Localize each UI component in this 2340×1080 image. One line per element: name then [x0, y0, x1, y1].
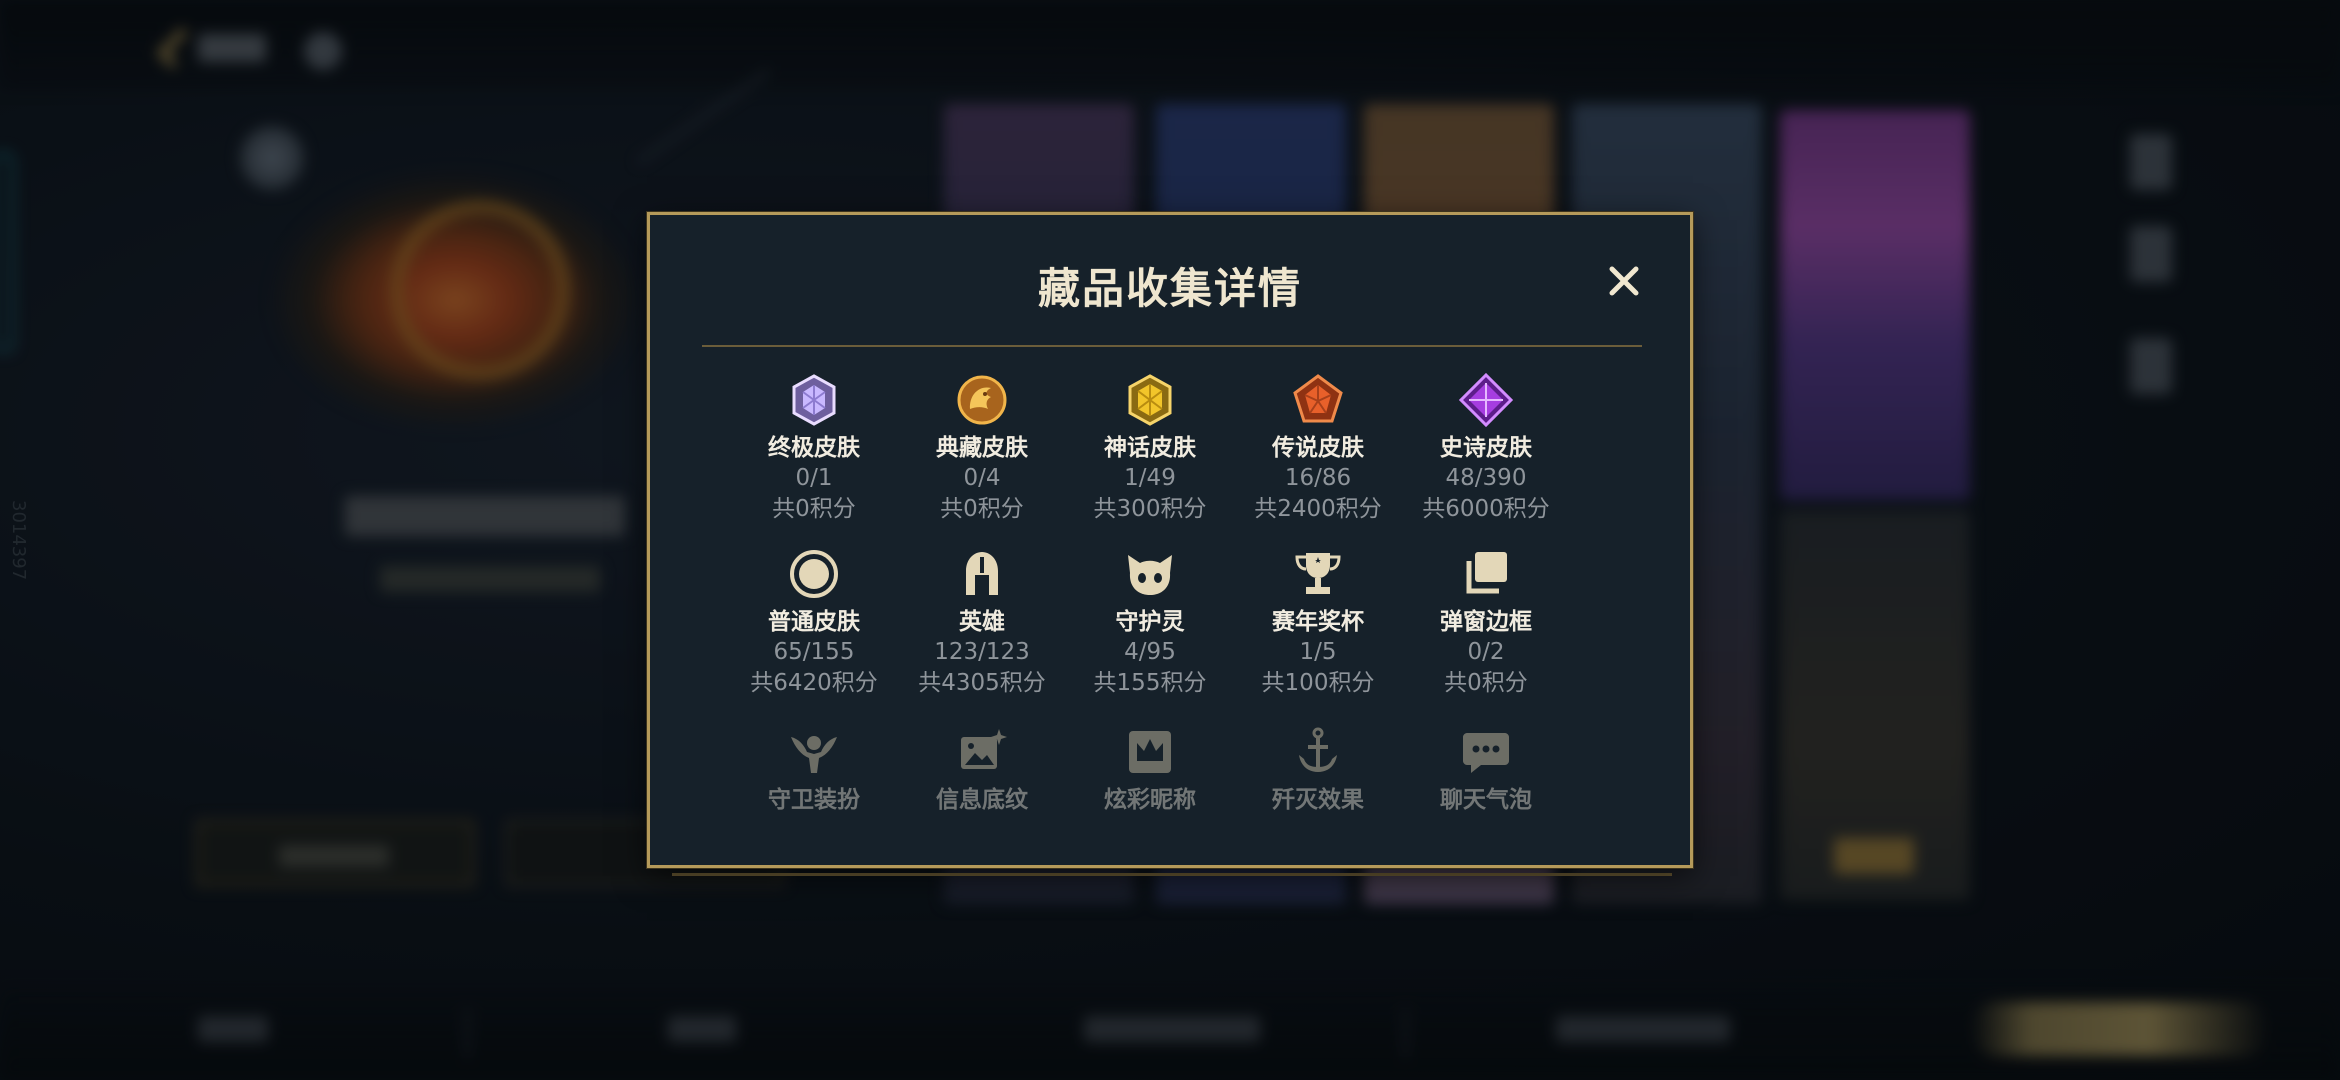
category-name: 典藏皮肤 — [936, 435, 1028, 461]
category-colorful-nickname[interactable]: 炫彩昵称 — [1066, 725, 1234, 811]
trophy-icon — [1291, 547, 1345, 601]
cat-spirit-icon — [1123, 547, 1177, 601]
category-count: 1/49 — [1124, 465, 1176, 491]
category-name: 赛年奖杯 — [1272, 609, 1364, 635]
category-points: 共300积分 — [1093, 496, 1207, 522]
category-name: 守卫装扮 — [768, 787, 860, 811]
stacked-frames-icon — [1459, 547, 1513, 601]
collection-details-modal: 藏品收集详情 终极皮肤 0/1 共0积分 典藏皮肤 0/4 共0积分 神话皮肤 … — [647, 212, 1693, 868]
category-ultimate-skin[interactable]: 终极皮肤 0/1 共0积分 — [730, 373, 898, 525]
category-count: 48/390 — [1445, 465, 1527, 491]
category-ward-skin[interactable]: 守卫装扮 — [730, 725, 898, 811]
helmet-icon — [955, 547, 1009, 601]
category-points: 共0积分 — [1444, 670, 1528, 696]
category-annihilation-effect[interactable]: 歼灭效果 — [1234, 725, 1402, 811]
category-name: 英雄 — [959, 609, 1005, 635]
category-epic-skin[interactable]: 史诗皮肤 48/390 共6000积分 — [1402, 373, 1570, 525]
ring-icon — [787, 547, 841, 601]
category-count: 4/95 — [1124, 639, 1176, 665]
category-name: 史诗皮肤 — [1440, 435, 1532, 461]
category-chat-bubble[interactable]: 聊天气泡 — [1402, 725, 1570, 811]
category-name: 守护灵 — [1115, 609, 1185, 635]
legendary-gem-icon — [1291, 373, 1345, 427]
category-points: 共2400积分 — [1254, 496, 1382, 522]
category-count: 0/4 — [963, 465, 1001, 491]
crown-card-icon — [1123, 725, 1177, 779]
category-points: 共4305积分 — [918, 670, 1046, 696]
ultimate-gem-icon — [787, 373, 841, 427]
category-name: 聊天气泡 — [1440, 787, 1532, 811]
category-name: 神话皮肤 — [1104, 435, 1196, 461]
category-points: 共6000积分 — [1422, 496, 1550, 522]
category-mythic-skin[interactable]: 神话皮肤 1/49 共300积分 — [1066, 373, 1234, 525]
category-name: 终极皮肤 — [768, 435, 860, 461]
category-normal-skin[interactable]: 普通皮肤 65/155 共6420积分 — [730, 547, 898, 699]
category-info-background[interactable]: 信息底纹 — [898, 725, 1066, 811]
dragon-coin-icon — [955, 373, 1009, 427]
close-icon — [1609, 266, 1639, 296]
category-count: 65/155 — [773, 639, 855, 665]
category-name: 传说皮肤 — [1272, 435, 1364, 461]
category-count: 1/5 — [1299, 639, 1337, 665]
category-points: 共100积分 — [1261, 670, 1375, 696]
modal-title: 藏品收集详情 — [1037, 264, 1302, 313]
category-count: 0/2 — [1467, 639, 1505, 665]
category-name: 炫彩昵称 — [1104, 787, 1196, 811]
category-name: 歼灭效果 — [1272, 787, 1364, 811]
close-button[interactable] — [1600, 257, 1648, 305]
category-name: 普通皮肤 — [768, 609, 860, 635]
collection-grid: 终极皮肤 0/1 共0积分 典藏皮肤 0/4 共0积分 神话皮肤 1/49 共3… — [730, 373, 1570, 811]
ward-icon — [787, 725, 841, 779]
category-points: 共6420积分 — [750, 670, 878, 696]
category-hero[interactable]: 英雄 123/123 共4305积分 — [898, 547, 1066, 699]
chat-bubble-icon — [1459, 725, 1513, 779]
category-season-trophy[interactable]: 赛年奖杯 1/5 共100积分 — [1234, 547, 1402, 699]
category-points: 共0积分 — [772, 496, 856, 522]
category-points: 共0积分 — [940, 496, 1024, 522]
category-guardian-spirit[interactable]: 守护灵 4/95 共155积分 — [1066, 547, 1234, 699]
category-count: 123/123 — [934, 639, 1030, 665]
category-count: 16/86 — [1284, 465, 1352, 491]
category-points: 共155积分 — [1093, 670, 1207, 696]
screen: { "background": { "side_number": "301439… — [0, 0, 2340, 1080]
title-divider — [702, 345, 1642, 347]
epic-gem-icon — [1459, 373, 1513, 427]
modal-bottom-decor — [672, 870, 1672, 876]
anchor-icon — [1291, 725, 1345, 779]
category-count: 0/1 — [795, 465, 833, 491]
category-collector-skin[interactable]: 典藏皮肤 0/4 共0积分 — [898, 373, 1066, 525]
sparkle-card-icon — [955, 725, 1009, 779]
mythic-gem-icon — [1123, 373, 1177, 427]
category-name: 信息底纹 — [936, 787, 1028, 811]
category-popup-frame[interactable]: 弹窗边框 0/2 共0积分 — [1402, 547, 1570, 699]
category-legendary-skin[interactable]: 传说皮肤 16/86 共2400积分 — [1234, 373, 1402, 525]
category-name: 弹窗边框 — [1440, 609, 1532, 635]
